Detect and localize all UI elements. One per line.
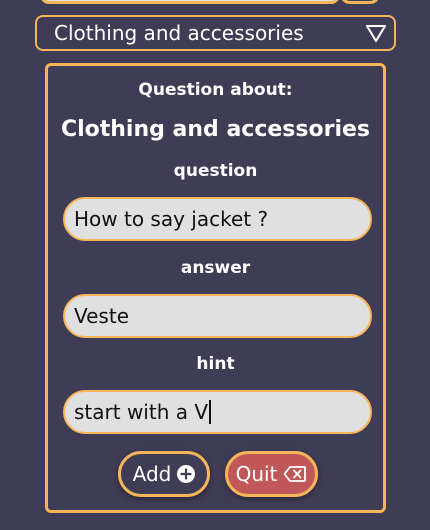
- question-form-card: Question about: Clothing and accessories…: [45, 63, 386, 513]
- question-label: question: [173, 161, 258, 181]
- category-select[interactable]: Clothing and accessories: [35, 15, 396, 51]
- quit-button-label: Quit: [235, 462, 278, 486]
- category-select-value: Clothing and accessories: [54, 21, 304, 45]
- question-input-value: How to say jacket ?: [74, 207, 269, 231]
- text-caret: [209, 400, 212, 424]
- answer-label: answer: [180, 258, 251, 278]
- add-button-label: Add: [132, 462, 172, 486]
- hint-input-value: start with a V: [74, 400, 209, 424]
- plus-circle-icon: [177, 465, 196, 483]
- answer-input-value: Veste: [74, 304, 129, 328]
- hint-label: hint: [196, 354, 235, 374]
- quit-button[interactable]: Quit: [225, 451, 318, 497]
- triangle-down-icon: [364, 21, 388, 45]
- previous-input-edge: [40, 0, 340, 4]
- answer-input[interactable]: Veste: [63, 294, 372, 338]
- previous-button-edge: [340, 0, 380, 4]
- add-button[interactable]: Add: [118, 451, 210, 497]
- category-title: Clothing and accessories: [60, 117, 371, 142]
- backspace-icon: [283, 465, 307, 483]
- question-about-label: Question about:: [138, 80, 293, 100]
- hint-input[interactable]: start with a V: [63, 390, 372, 434]
- question-input[interactable]: How to say jacket ?: [63, 197, 372, 241]
